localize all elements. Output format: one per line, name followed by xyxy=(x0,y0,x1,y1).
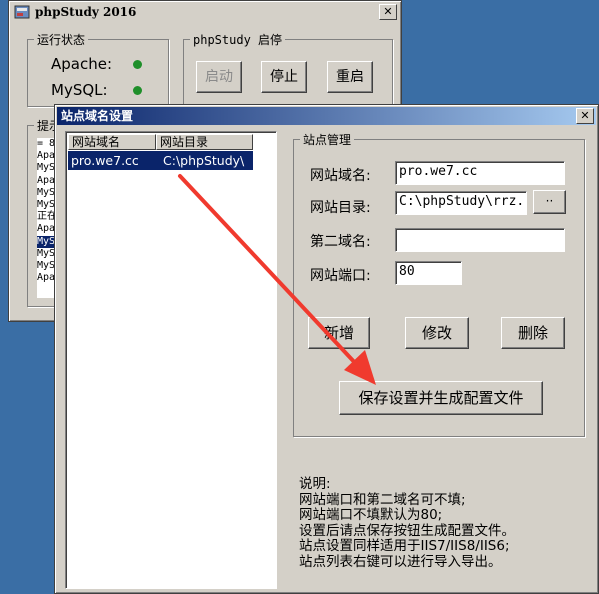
site-manage-title: 站点管理 xyxy=(300,131,355,148)
column-header-domain[interactable]: 网站域名 xyxy=(68,134,156,150)
notes-line: 设置后请点保存按钮生成配置文件。 xyxy=(299,522,515,539)
notes-line: 站点列表右键可以进行导入导出。 xyxy=(299,553,502,570)
dialog-title: 站点域名设置 xyxy=(61,109,134,123)
stop-button[interactable]: 停止 xyxy=(261,61,307,93)
domain-field[interactable]: pro.we7.cc xyxy=(395,161,565,185)
restart-button[interactable]: 重启 xyxy=(327,61,373,93)
second-domain-label: 第二域名: xyxy=(310,234,371,250)
port-label: 网站端口: xyxy=(310,268,371,284)
second-domain-field[interactable] xyxy=(395,228,565,252)
main-titlebar[interactable]: phpStudy 2016 ✕ xyxy=(11,3,399,21)
status-group-title: 运行状态 xyxy=(34,31,89,48)
delete-button[interactable]: 删除 xyxy=(501,317,565,349)
notes-line: 网站端口不填默认为80; xyxy=(299,507,443,523)
list-item[interactable]: pro.we7.cc C:\phpStudy\ xyxy=(68,151,253,170)
notes-heading: 说明: xyxy=(299,476,331,492)
apache-status-icon xyxy=(133,60,142,69)
notes-line: 站点设置同样适用于IIS7/IIS8/IIS6; xyxy=(299,538,510,554)
notes-text: 说明: 网站端口和第二域名可不填; 网站端口不填默认为80; 设置后请点保存按钮生成配… xyxy=(299,476,515,570)
start-button[interactable]: 启动 xyxy=(196,61,242,93)
port-field[interactable]: 80 xyxy=(395,261,462,285)
close-icon: ✕ xyxy=(383,5,393,18)
dialog-close-button[interactable]: ✕ xyxy=(576,108,594,124)
notes-line: 网站端口和第二域名可不填; xyxy=(299,491,466,508)
apache-label: Apache: xyxy=(51,55,113,73)
save-config-button[interactable]: 保存设置并生成配置文件 xyxy=(339,381,543,415)
mysql-status-icon xyxy=(133,86,142,95)
dialog-titlebar[interactable]: 站点域名设置 ✕ xyxy=(57,107,596,125)
list-item-domain: pro.we7.cc xyxy=(71,153,139,168)
mysql-label: MySQL: xyxy=(51,81,108,99)
app-icon xyxy=(14,5,30,19)
domain-label: 网站域名: xyxy=(310,168,371,184)
close-icon: ✕ xyxy=(580,109,590,122)
browse-button[interactable]: ·· xyxy=(533,190,566,214)
add-button[interactable]: 新增 xyxy=(308,317,370,349)
site-domain-dialog: 站点域名设置 ✕ 网站域名 网站目录 pro.we7.cc C:\phpStud… xyxy=(54,104,599,594)
main-close-button[interactable]: ✕ xyxy=(379,4,397,20)
main-title: phpStudy 2016 xyxy=(35,5,137,19)
column-header-dir[interactable]: 网站目录 xyxy=(156,134,253,150)
dir-label: 网站目录: xyxy=(310,200,371,216)
modify-button[interactable]: 修改 xyxy=(405,317,469,349)
control-group-title: phpStudy 启停 xyxy=(190,31,286,48)
site-list[interactable]: 网站域名 网站目录 pro.we7.cc C:\phpStudy\ xyxy=(65,131,277,589)
dir-field[interactable]: C:\phpStudy\rrz. xyxy=(395,191,527,215)
list-item-dir: C:\phpStudy\ xyxy=(163,153,245,168)
